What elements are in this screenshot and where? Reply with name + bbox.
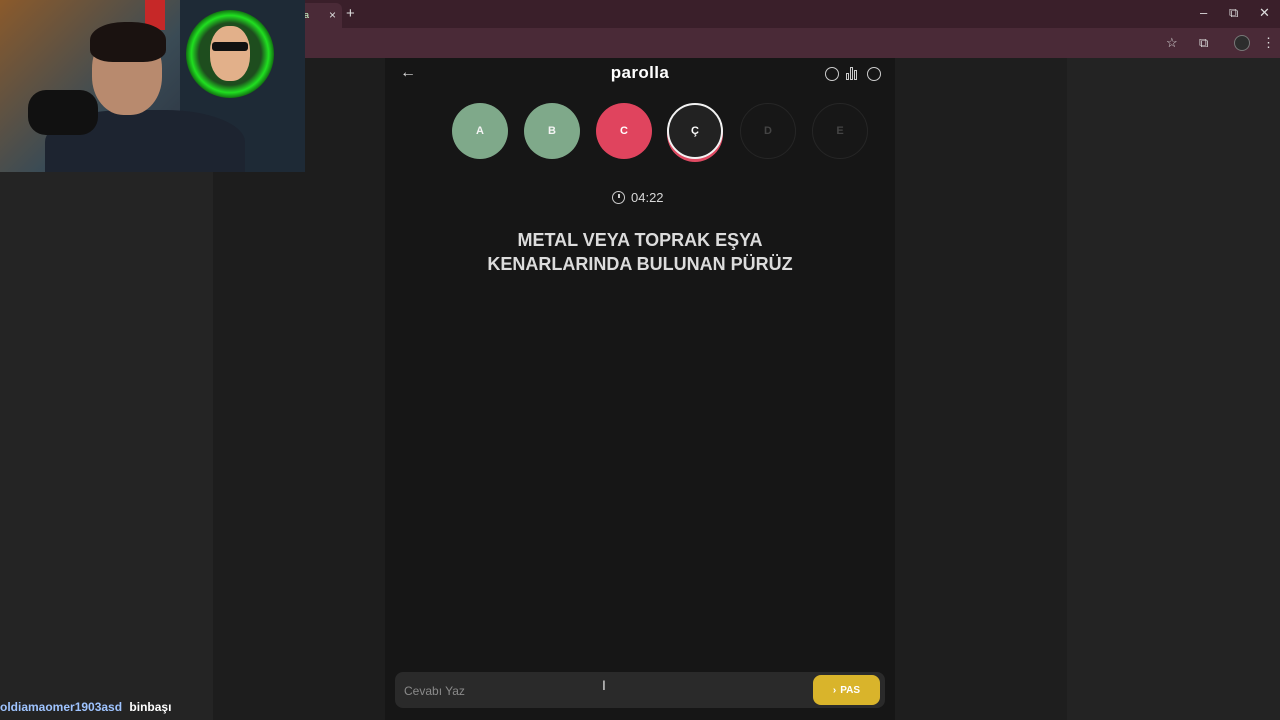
question-line-2: KENARLARINDA BULUNAN PÜRÜZ <box>487 254 793 274</box>
chat-text: binbaşı <box>129 700 172 714</box>
back-arrow-icon[interactable]: ← <box>400 64 416 82</box>
avatar-face <box>210 26 250 81</box>
chevron-right-icon: › <box>832 684 837 696</box>
letter-c: C <box>596 103 652 159</box>
star-icon[interactable]: ☆ <box>1166 35 1178 51</box>
letter-a: A <box>452 103 508 159</box>
question-text: METAL VEYA TOPRAK EŞYA KENARLARINDA BULU… <box>420 228 860 276</box>
clock-icon <box>612 191 625 204</box>
tab-close-icon[interactable]: × <box>329 8 336 22</box>
game-container <box>385 58 895 720</box>
extensions-icon[interactable]: ⧉ <box>1199 35 1208 51</box>
close-window-button[interactable]: ✕ <box>1259 5 1270 21</box>
avatar-glasses <box>212 42 248 51</box>
app-logo: parolla <box>610 63 670 82</box>
pass-button[interactable]: › PAS <box>813 675 880 705</box>
chat-username: oldiamaomer1903asd <box>0 700 123 714</box>
restore-button[interactable]: ⧉ <box>1229 5 1238 21</box>
letter-c-cedilla: Ç <box>667 103 723 159</box>
pass-label: PAS <box>840 684 861 696</box>
profile-icon[interactable] <box>867 67 881 81</box>
timer-value: 04:22 <box>631 190 664 205</box>
info-icon[interactable] <box>825 67 839 81</box>
text-cursor-icon: I <box>602 677 606 693</box>
stats-icon[interactable] <box>846 67 860 80</box>
profile-avatar[interactable] <box>1234 35 1250 51</box>
right-panel <box>1067 58 1280 720</box>
minimize-button[interactable]: – <box>1200 5 1207 20</box>
microphone-icon <box>28 90 98 135</box>
letter-b: B <box>524 103 580 159</box>
letter-e: E <box>812 103 868 159</box>
timer: 04:22 <box>612 190 664 205</box>
letter-d: D <box>740 103 796 159</box>
menu-icon[interactable]: ⋮ <box>1262 35 1275 51</box>
right-gutter <box>895 58 1067 720</box>
new-tab-button[interactable]: + <box>346 5 355 22</box>
chat-message: oldiamaomer1903asd binbaşı <box>0 700 171 714</box>
question-line-1: METAL VEYA TOPRAK EŞYA <box>517 230 763 250</box>
